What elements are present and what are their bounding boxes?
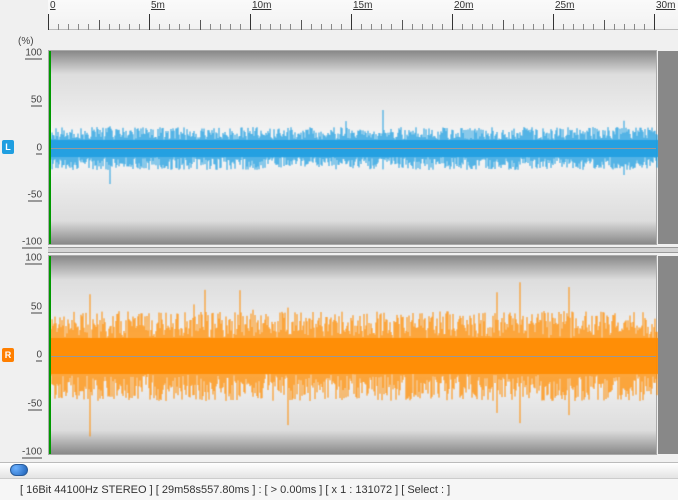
- playhead-left[interactable]: [49, 51, 51, 244]
- yaxis-tick-label: -100: [0, 237, 42, 248]
- yaxis-unit-label: (%): [18, 36, 34, 47]
- yaxis-tick-label: 100: [0, 253, 42, 264]
- centerline-left: [49, 148, 656, 149]
- status-text: [ 16Bit 44100Hz STEREO ] [ 29m58s557.80m…: [20, 484, 450, 496]
- ruler-label: 10m: [252, 0, 271, 11]
- time-ruler[interactable]: 0 5m 10m 15m 20m 25m 30m: [48, 0, 678, 30]
- yaxis-tick-label: 100: [0, 48, 42, 59]
- yaxis-tick-label: -100: [0, 447, 42, 458]
- yaxis-tick-label: -50: [0, 398, 42, 409]
- horizontal-scrollbar[interactable]: [0, 462, 678, 478]
- track-splitter[interactable]: [48, 247, 678, 253]
- ruler-label: 0: [50, 0, 56, 11]
- track-right-gutter: [658, 51, 678, 244]
- channel-badge-right: R: [2, 348, 14, 362]
- status-bar: [ 16Bit 44100Hz STEREO ] [ 29m58s557.80m…: [0, 478, 678, 500]
- yaxis-tick-label: 50: [0, 95, 42, 106]
- channel-badge-left: L: [2, 140, 14, 154]
- waveform-track-right[interactable]: [48, 255, 657, 455]
- playhead-right[interactable]: [49, 256, 51, 454]
- centerline-right: [49, 356, 656, 357]
- ruler-label: 15m: [353, 0, 372, 11]
- scrollbar-thumb[interactable]: [10, 464, 28, 476]
- ruler-label: 20m: [454, 0, 473, 11]
- yaxis-tick-label: -50: [0, 189, 42, 200]
- ruler-label: 25m: [555, 0, 574, 11]
- ruler-label: 5m: [151, 0, 165, 11]
- ruler-ticks: 0 5m 10m 15m 20m 25m 30m: [48, 0, 678, 29]
- yaxis-tick-label: 50: [0, 301, 42, 312]
- ruler-label: 30m: [656, 0, 675, 11]
- waveform-track-left[interactable]: [48, 50, 657, 245]
- track-right-gutter: [658, 256, 678, 454]
